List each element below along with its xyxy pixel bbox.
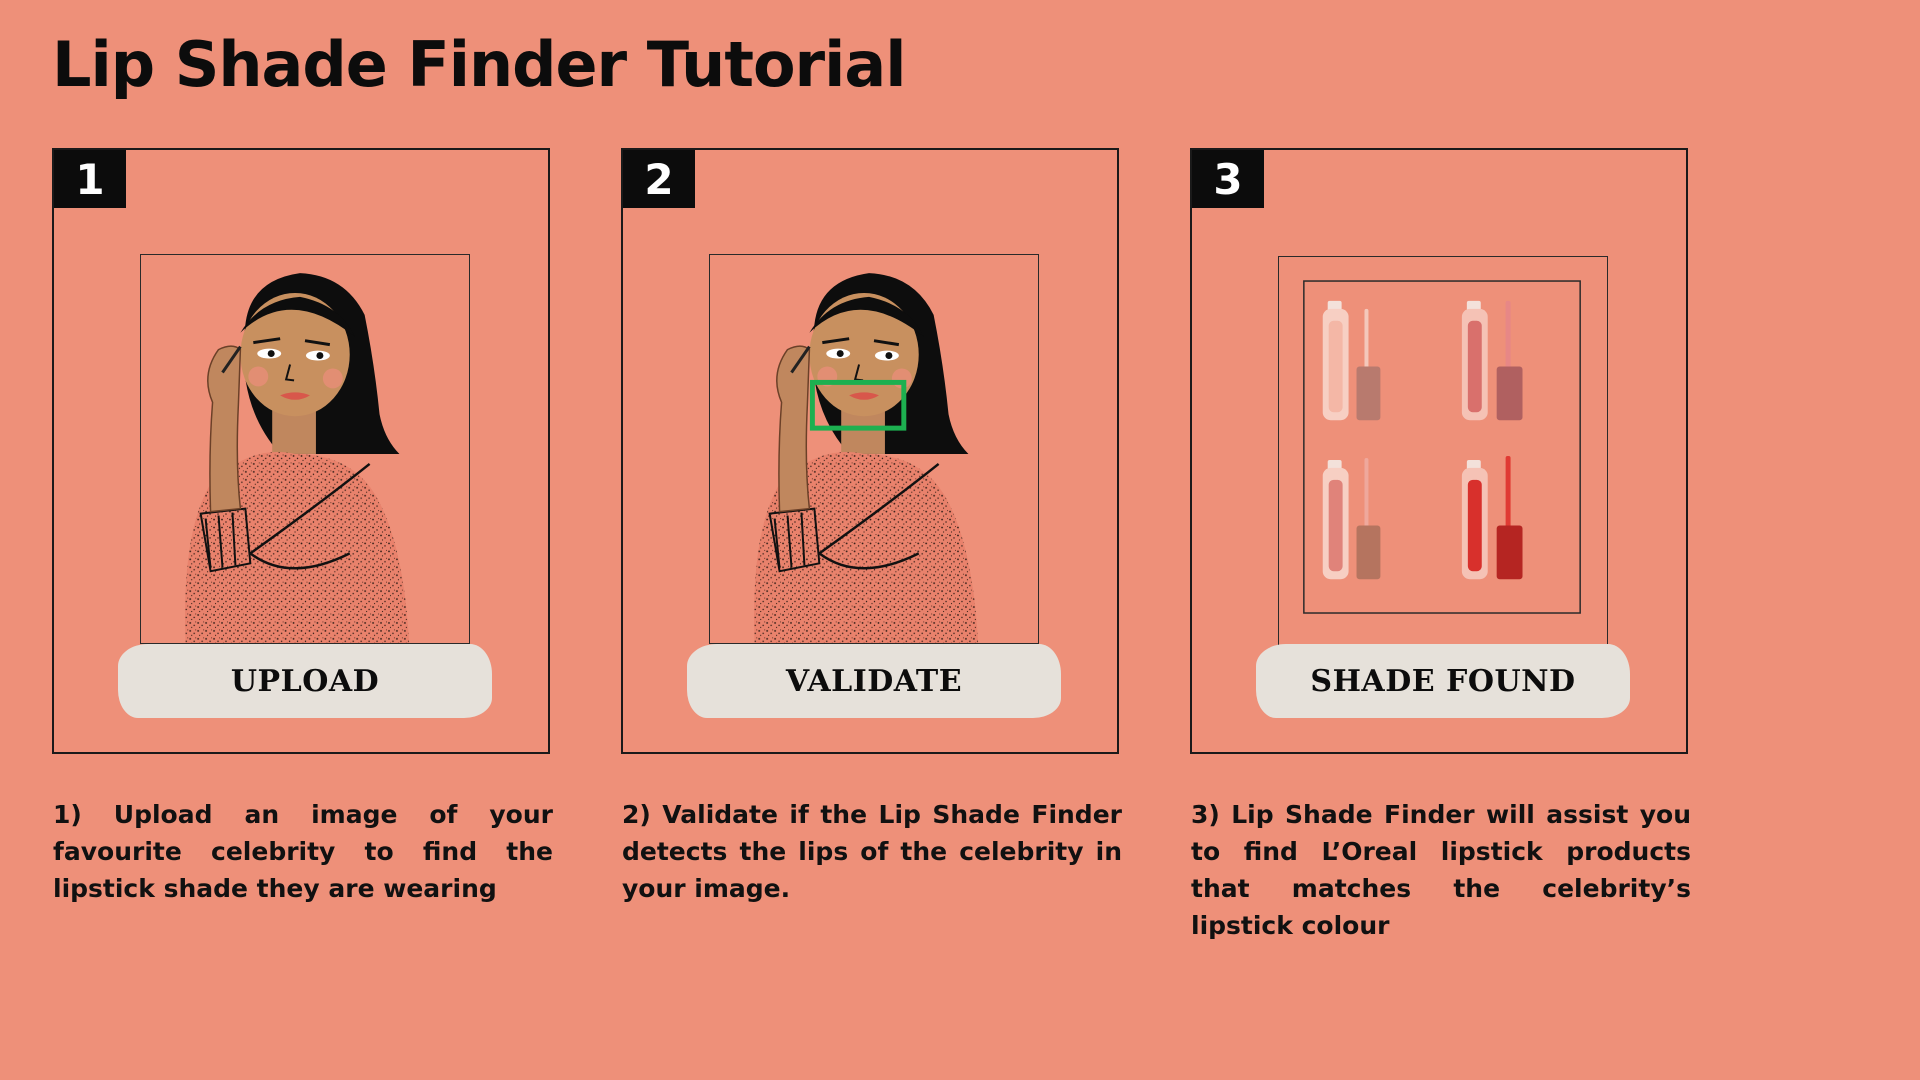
product-frame — [1278, 256, 1608, 646]
woman-illustration-frame — [709, 254, 1039, 644]
lipstick-product-icon — [1461, 455, 1523, 580]
lipstick-products-grid — [1303, 280, 1581, 614]
validate-label: VALIDATE — [687, 644, 1061, 718]
step-card-validate: 2 VALIDATE — [621, 148, 1119, 754]
lipstick-product-icon — [1322, 300, 1381, 421]
shade-found-label: SHADE FOUND — [1256, 644, 1630, 718]
step-2-description: 2) Validate if the Lip Shade Finder dete… — [622, 800, 1122, 903]
lipstick-product-icon — [1461, 300, 1523, 421]
woman-illustration — [185, 273, 410, 643]
woman-illustration — [754, 273, 979, 643]
step-1-description: 1) Upload an image of your favourite cel… — [53, 800, 553, 903]
step-number-badge: 3 — [1192, 150, 1264, 208]
lipstick-product-icon — [1322, 457, 1381, 580]
upload-label: UPLOAD — [118, 644, 492, 718]
step-number-badge: 1 — [54, 150, 126, 208]
step-number-badge: 2 — [623, 150, 695, 208]
step-card-upload: 1 UPLOAD — [52, 148, 550, 754]
step-3-description: 3) Lip Shade Finder will assist you to f… — [1191, 800, 1691, 940]
page-title: Lip Shade Finder Tutorial — [52, 28, 906, 101]
woman-illustration-frame — [140, 254, 470, 644]
step-card-shade-found: 3 SHADE FOUND — [1190, 148, 1688, 754]
